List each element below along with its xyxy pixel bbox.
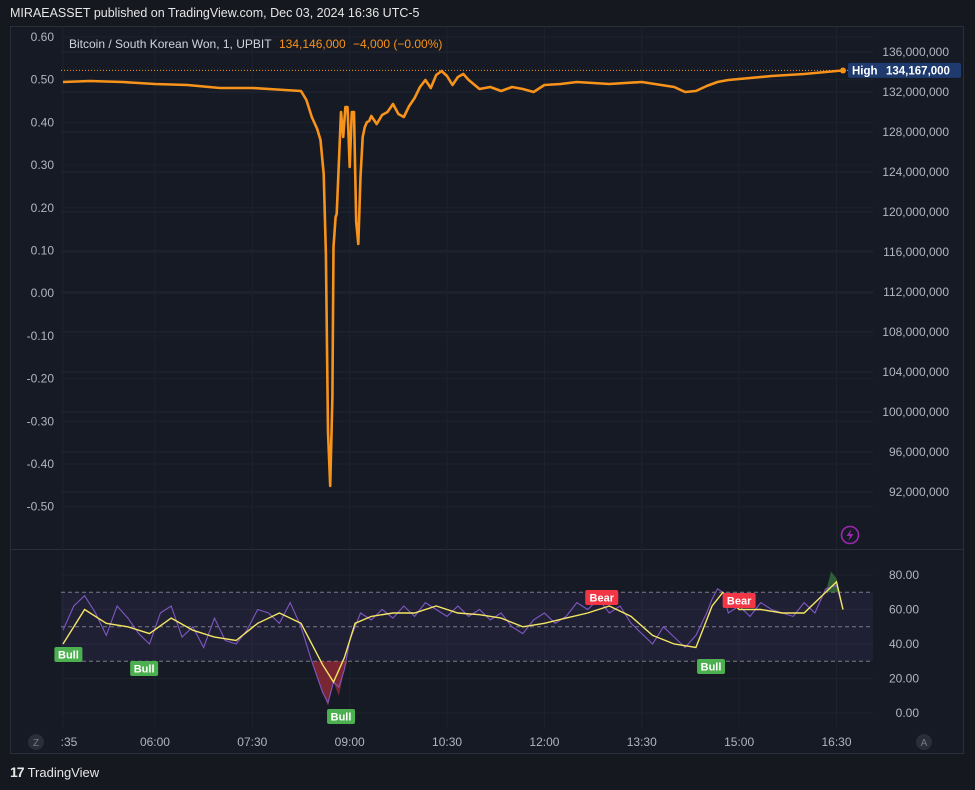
time-axis-tick: 16:30 [821,735,851,749]
indicator-axis-tick: 0.00 [896,706,920,720]
main-pane[interactable] [11,27,963,550]
last-price-dot [840,67,846,74]
right-axis-tick: 120,000,000 [882,205,949,219]
signal-badge-label: Bull [701,662,722,674]
right-axis-tick: 132,000,000 [882,85,949,99]
time-axis-tick: 13:30 [627,735,657,749]
auto-scale-label: A [921,738,928,749]
signal-badge-label: Bull [134,664,155,676]
time-axis-tick: :35 [61,735,78,749]
publisher-line: MIRAEASSET published on TradingView.com,… [10,6,420,20]
left-axis-tick: -0.40 [27,457,55,471]
indicator-axis-tick: 40.00 [889,637,919,651]
chart-canvas[interactable]: 0.60 0.50 0.40 0.30 0.20 0.10 0.00 -0.10 -0.20 -0… [11,27,963,753]
indicator-axis-tick: 60.00 [889,603,919,617]
legend-change: −4,000 (−0.00%) [353,37,442,51]
right-axis-tick: 108,000,000 [882,325,949,339]
indicator-axis-tick: 80.00 [889,568,919,582]
left-axis-tick: 0.60 [31,30,55,44]
signal-badge-label: Bear [590,593,615,605]
time-axis-tick: 15:00 [724,735,754,749]
right-axis-tick: 124,000,000 [882,165,949,179]
left-axis-tick: -0.30 [27,414,55,428]
time-axis-tick: 07:30 [237,735,267,749]
time-axis-tick: 06:00 [140,735,170,749]
left-axis-tick: -0.20 [27,372,55,386]
bull-signal-badge: Bull [54,647,83,662]
legend-price: 134,146,000 [279,37,346,51]
tradingview-brand: TradingView [27,764,100,780]
bull-signal-badge: Bull [130,661,159,676]
right-axis-tick: 116,000,000 [883,245,949,259]
indicator-axis-tick: 20.00 [889,672,919,686]
tradingview-footer[interactable]: 17 TradingView [10,764,99,780]
chart-frame[interactable]: 0.60 0.50 0.40 0.30 0.20 0.10 0.00 -0.10 -0.20 -0… [10,26,964,754]
time-axis-tick: 09:00 [335,735,365,749]
tradingview-logo-icon: 17 [10,764,25,780]
high-badge-value: 134,167,000 [886,65,950,77]
left-axis-tick: 0.20 [31,201,55,215]
right-axis-tick: 136,000,000 [882,45,949,59]
right-axis-tick: 112,000,000 [883,285,949,299]
right-axis-tick: 96,000,000 [889,445,949,459]
left-axis-tick: 0.10 [31,244,55,258]
high-badge: High 134,167,000 [848,62,961,78]
time-axis-tick: 12:00 [529,735,559,749]
right-axis-tick: 128,000,000 [882,125,949,139]
signal-badge-label: Bull [331,712,352,724]
right-axis-tick: 100,000,000 [882,405,949,419]
signal-badge-label: Bear [727,596,752,608]
left-axis-tick: 0.50 [31,73,55,87]
zoom-button-label: Z [33,738,39,749]
bull-signal-badge: Bull [697,659,726,674]
left-axis-tick: -0.10 [27,329,55,343]
right-axis-tick: 104,000,000 [882,365,949,379]
left-axis-tick: 0.40 [31,115,55,129]
zoom-button[interactable]: Z [28,734,44,750]
left-axis-tick: 0.00 [31,286,55,300]
legend-symbol: Bitcoin / South Korean Won, 1, UPBIT [69,37,272,51]
right-axis-tick: 92,000,000 [889,485,949,499]
auto-scale-button[interactable]: A [916,734,932,750]
high-badge-label: High [852,65,878,77]
left-axis-tick: 0.30 [31,158,55,172]
bull-signal-badge: Bull [327,709,356,724]
bear-signal-badge: Bear [722,593,756,608]
time-axis-tick: 10:30 [432,735,462,749]
left-axis-tick: -0.50 [27,500,55,514]
bear-signal-badge: Bear [585,590,619,605]
signal-badge-label: Bull [58,650,79,662]
